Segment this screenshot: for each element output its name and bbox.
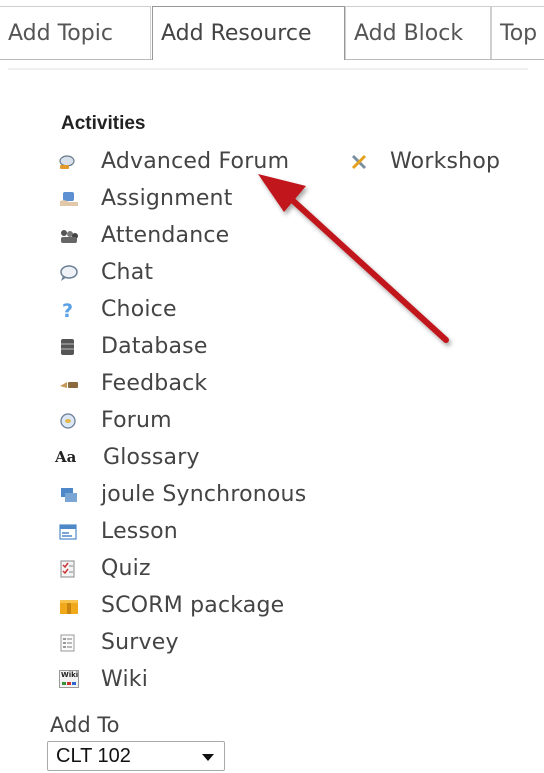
- tab-add-resource[interactable]: Add Resource: [152, 6, 345, 60]
- annotation-arrow: [258, 174, 449, 343]
